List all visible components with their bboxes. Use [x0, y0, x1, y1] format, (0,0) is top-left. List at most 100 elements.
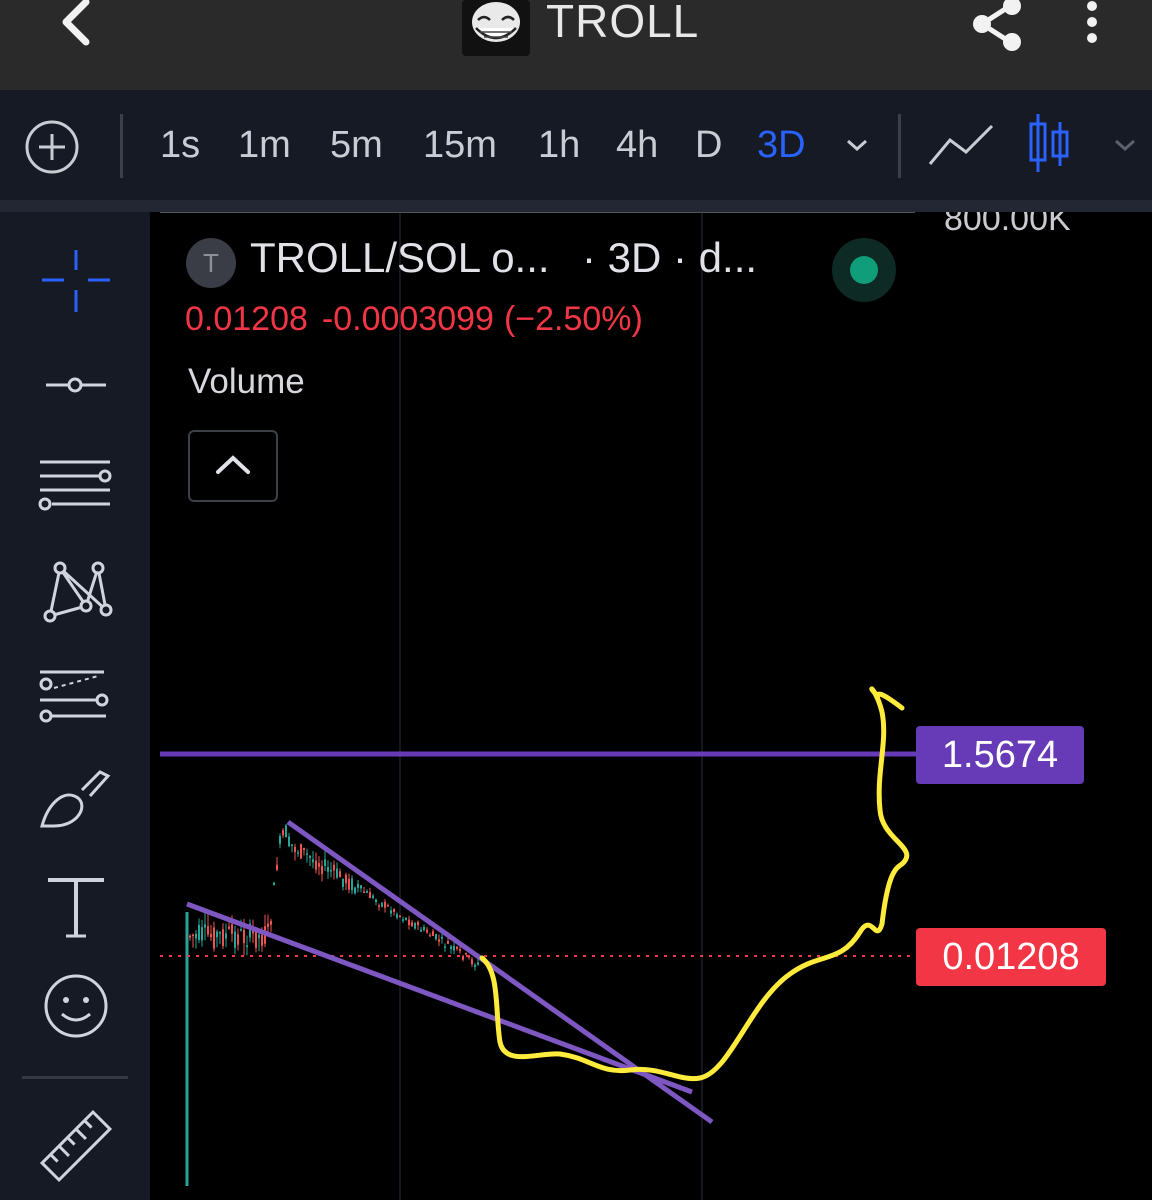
candle-body [369, 892, 371, 899]
interval-dropdown[interactable] [842, 130, 872, 160]
chevron-down-icon [1115, 139, 1135, 152]
upper-trendline[interactable] [286, 819, 714, 1125]
interval-15m[interactable]: 15m [423, 120, 497, 170]
candle-body [429, 935, 431, 937]
candle-body [261, 934, 263, 946]
candle-body [342, 878, 344, 887]
candle-body [204, 924, 206, 928]
pattern-tool[interactable] [34, 550, 118, 634]
ruler-tool[interactable] [34, 1104, 118, 1188]
sidebar-divider [22, 1076, 128, 1079]
candle-body [399, 915, 401, 918]
horizontal-line-price-tag: 1.5674 [916, 726, 1084, 784]
candle-body [318, 863, 320, 867]
interval-d[interactable]: D [695, 120, 722, 170]
troll-face-icon [472, 2, 520, 42]
candle-body [243, 930, 245, 943]
candle-body [456, 946, 458, 949]
interval-4h[interactable]: 4h [616, 120, 658, 170]
share-button[interactable] [962, 0, 1032, 54]
emoji-tool[interactable] [34, 964, 118, 1048]
candle-body [282, 830, 284, 836]
interval-3d[interactable]: 3D [757, 120, 806, 170]
back-button[interactable] [48, 0, 108, 50]
candle-body [414, 923, 416, 929]
candle-body [195, 933, 197, 939]
candle-body [228, 926, 230, 929]
candle-body [291, 844, 293, 846]
chart-style-dropdown[interactable] [1110, 130, 1140, 160]
candle-body [426, 929, 428, 933]
fib-retracement-tool[interactable] [34, 654, 118, 738]
candle-body [321, 865, 323, 874]
ruler-icon [39, 1109, 113, 1183]
emoji-icon [44, 974, 108, 1038]
candle-body [192, 934, 194, 937]
line-chart-icon [928, 124, 994, 165]
candle-body [300, 844, 302, 859]
interval-1h[interactable]: 1h [538, 120, 580, 170]
candle-body [285, 825, 287, 838]
candle-body [315, 860, 317, 870]
interval-1m[interactable]: 1m [238, 120, 291, 170]
market-open-dot [850, 256, 878, 284]
interval-5m[interactable]: 5m [330, 120, 383, 170]
horizontal-line-tool[interactable] [34, 343, 118, 427]
symbol-name[interactable]: TROLL/SOL o... [250, 234, 550, 282]
price-change: -0.0003099 [321, 300, 494, 338]
interval-1s[interactable]: 1s [160, 120, 200, 170]
freehand-annotation[interactable] [479, 686, 910, 1082]
candle-body [312, 859, 314, 863]
candle-body [450, 946, 452, 949]
candle-body [471, 959, 473, 965]
price-chart[interactable] [160, 212, 1152, 1200]
candle-body [255, 929, 257, 948]
price-change-percent: (−2.50%) [503, 300, 643, 338]
chevron-left-icon [62, 0, 90, 46]
candle-body [441, 936, 443, 939]
interval-toolbar: 1s 1m 5m 15m 1h 4h D 3D [0, 90, 1152, 200]
candle-body [333, 864, 335, 871]
line-chart-button[interactable] [926, 120, 996, 168]
toolbar-shadow [0, 200, 1152, 212]
candle-body [405, 917, 407, 920]
candle-body [345, 874, 347, 884]
candle-body [270, 920, 272, 925]
crosshair-tool[interactable] [34, 238, 118, 322]
more-vertical-icon [1087, 1, 1097, 43]
candle-body [378, 905, 380, 907]
candlestick-chart-button[interactable] [1026, 112, 1076, 176]
market-status-indicator[interactable] [832, 238, 896, 302]
last-price: 0.01208 [185, 300, 308, 338]
candle-body [288, 836, 290, 847]
candle-body [348, 878, 350, 890]
candle-body [396, 914, 398, 918]
symbol-interval-info: · 3D · d... [582, 234, 758, 281]
candle-body [477, 962, 479, 965]
candle-body [444, 946, 446, 948]
candle-body [276, 864, 278, 870]
more-options-button[interactable] [1074, 0, 1110, 54]
candle-body [267, 923, 269, 928]
candle-body [432, 931, 434, 937]
candle-body [390, 910, 392, 914]
chart-pane[interactable]: 800.00K T TROLL/SOL o... · 3D · d... 0.0… [160, 212, 1152, 1200]
candle-body [246, 945, 248, 948]
candle-body [258, 934, 260, 939]
text-tool[interactable] [34, 866, 118, 950]
parallel-lines-icon [38, 460, 112, 511]
parallel-lines-tool[interactable] [34, 446, 118, 530]
add-indicator-button[interactable] [24, 119, 80, 175]
brush-tool[interactable] [34, 762, 118, 846]
candle-body [417, 922, 419, 926]
share-icon [973, 0, 1021, 51]
candle-body [360, 885, 362, 889]
candle-body [198, 924, 200, 941]
candle-body [237, 934, 239, 945]
collapse-legend-button[interactable] [188, 430, 278, 502]
candle-body [273, 882, 275, 886]
candle-body [303, 847, 305, 851]
candle-body [393, 908, 395, 913]
candle-body [279, 835, 281, 844]
candle-body [210, 933, 212, 938]
